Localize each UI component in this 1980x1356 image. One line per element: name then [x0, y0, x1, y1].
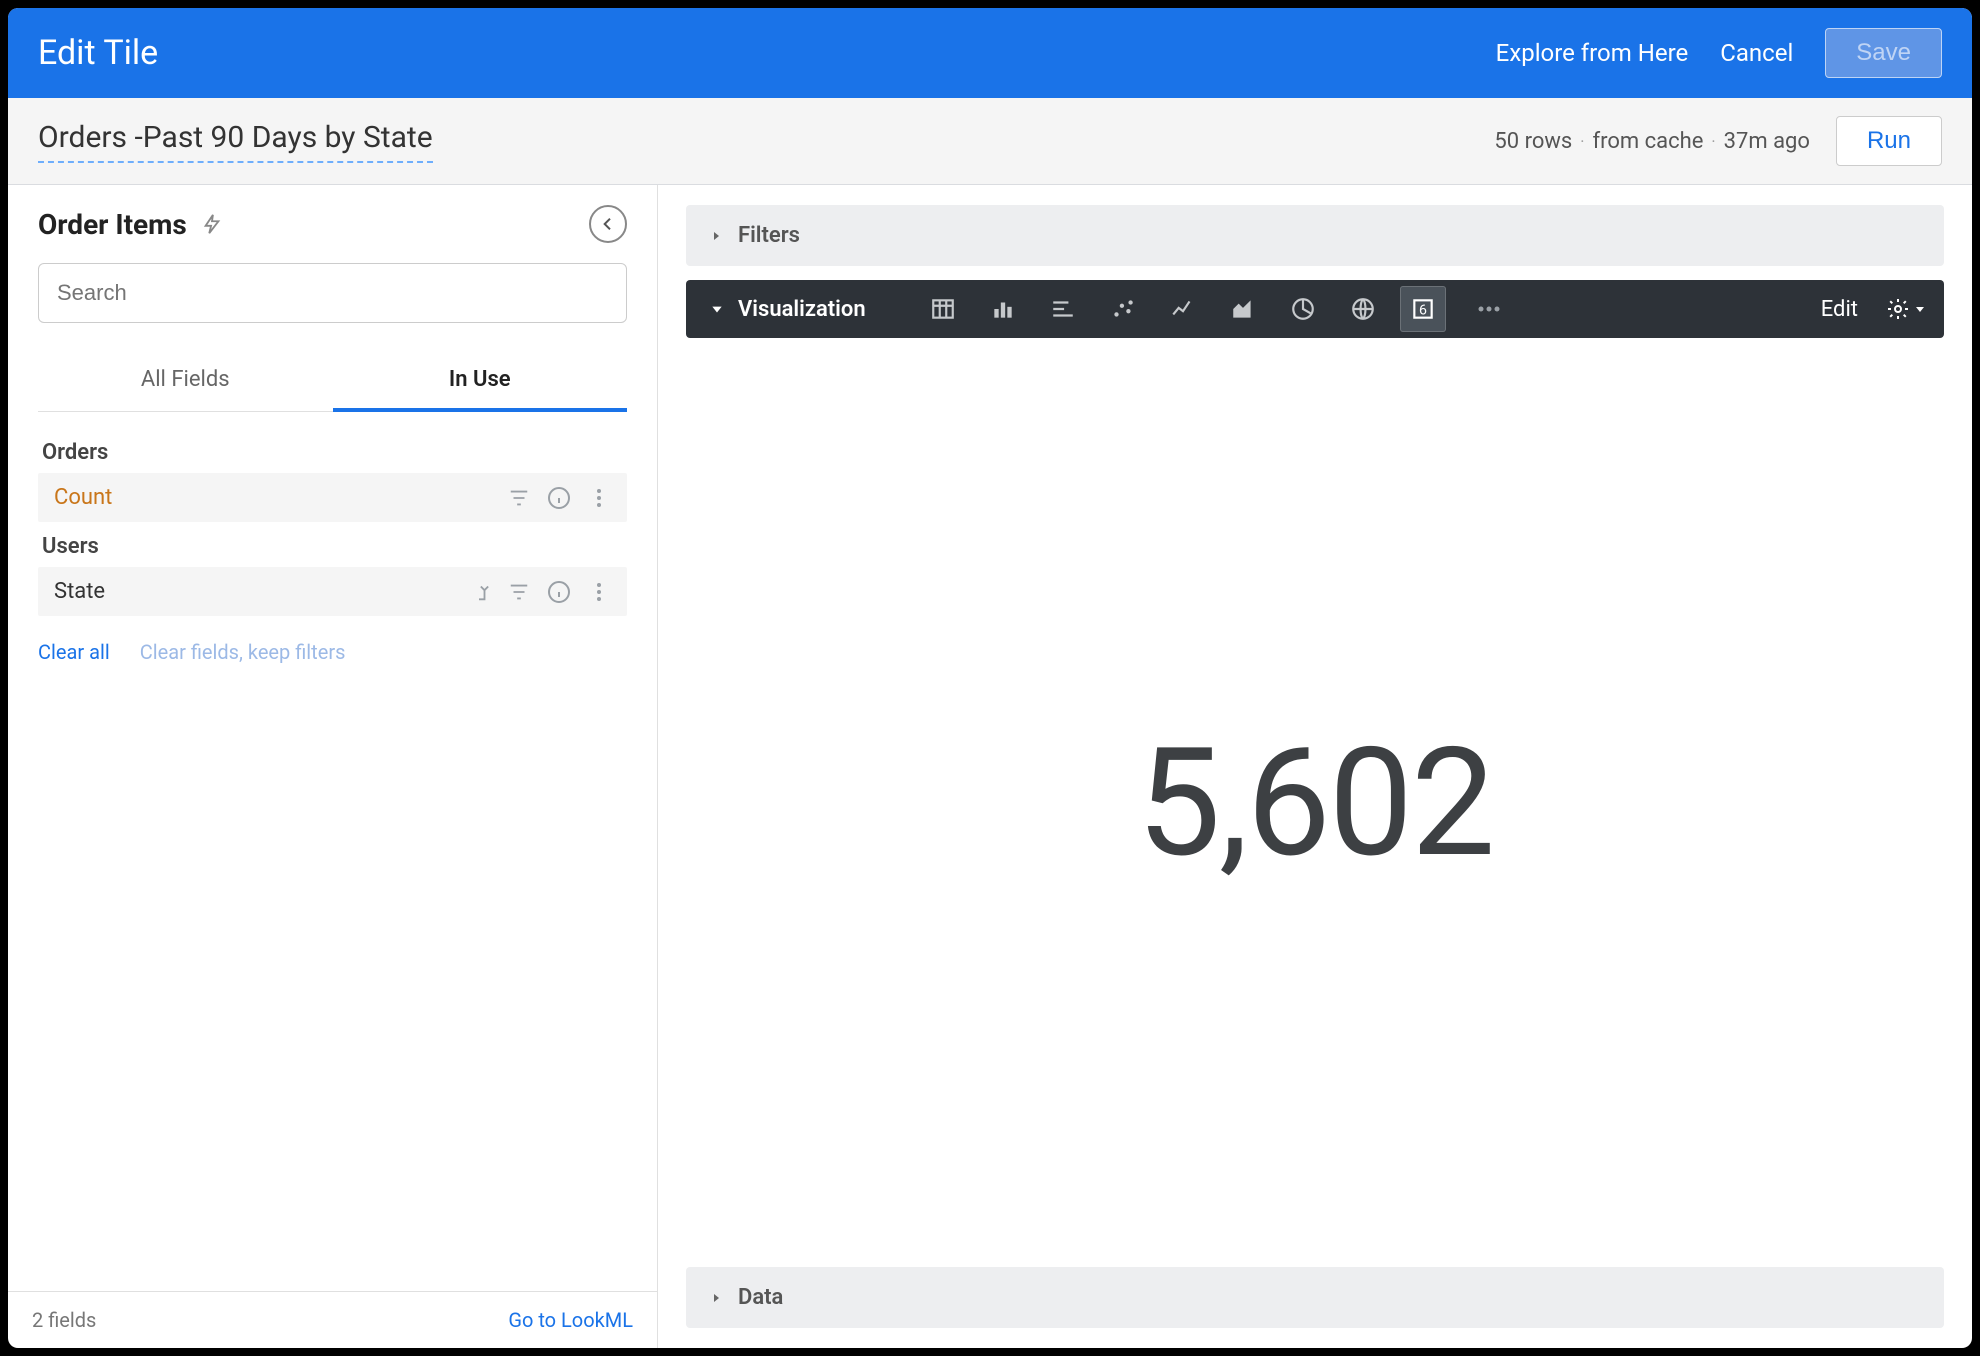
info-icon[interactable] [547, 486, 571, 510]
kebab-icon[interactable] [587, 580, 611, 604]
bar-chart-icon[interactable] [980, 286, 1026, 332]
filter-icon[interactable] [507, 486, 531, 510]
tab-all-fields[interactable]: All Fields [38, 351, 333, 411]
run-button[interactable]: Run [1836, 116, 1942, 166]
visualization-label: Visualization [738, 297, 866, 322]
area-chart-icon[interactable] [1220, 286, 1266, 332]
visualization-panel-header[interactable]: Visualization [686, 280, 1944, 338]
tile-title-input[interactable]: Orders -Past 90 Days by State [38, 120, 433, 163]
filters-panel[interactable]: Filters [686, 205, 1944, 266]
page-title: Edit Tile [38, 33, 1496, 73]
explore-from-here-link[interactable]: Explore from Here [1496, 39, 1689, 67]
field-state[interactable]: State [38, 567, 627, 616]
viz-edit-link[interactable]: Edit [1821, 297, 1858, 322]
info-icon[interactable] [547, 580, 571, 604]
filters-label: Filters [738, 223, 800, 248]
row-count: 50 rows [1494, 129, 1572, 154]
scatter-icon[interactable] [1100, 286, 1146, 332]
pie-chart-icon[interactable] [1280, 286, 1326, 332]
filter-icon[interactable] [507, 580, 531, 604]
pivot-icon[interactable] [467, 580, 491, 604]
cancel-link[interactable]: Cancel [1720, 39, 1793, 67]
group-orders: Orders [42, 440, 627, 465]
go-to-lookml-link[interactable]: Go to LookML [508, 1308, 633, 1332]
data-panel[interactable]: Data [686, 1267, 1944, 1328]
clear-fields-keep-filters-link[interactable]: Clear fields, keep filters [140, 640, 346, 664]
collapse-sidebar-button[interactable] [589, 205, 627, 243]
save-button[interactable]: Save [1825, 28, 1942, 78]
viz-settings-button[interactable] [1886, 297, 1926, 321]
search-input[interactable] [38, 263, 627, 323]
explore-name: Order Items [38, 208, 187, 241]
field-count-footer: 2 fields [32, 1308, 508, 1332]
clear-all-link[interactable]: Clear all [38, 640, 110, 664]
table-icon[interactable] [920, 286, 966, 332]
lightning-icon[interactable] [201, 210, 223, 238]
map-icon[interactable] [1340, 286, 1386, 332]
tab-in-use[interactable]: In Use [333, 351, 628, 412]
more-viz-icon[interactable] [1466, 286, 1512, 332]
caret-right-icon [710, 230, 722, 242]
field-state-label: State [54, 579, 467, 604]
data-label: Data [738, 1285, 783, 1310]
single-value-icon[interactable]: 6 [1400, 286, 1446, 332]
group-users: Users [42, 534, 627, 559]
caret-down-icon [710, 302, 724, 316]
cache-age: 37m ago [1724, 129, 1810, 154]
caret-right-icon [710, 1292, 722, 1304]
line-chart-icon[interactable] [1160, 286, 1206, 332]
svg-text:6: 6 [1419, 302, 1427, 318]
cache-status: from cache [1592, 129, 1703, 154]
single-value-display: 5,602 [1137, 715, 1494, 891]
field-count-label: Count [54, 485, 507, 510]
column-chart-icon[interactable] [1040, 286, 1086, 332]
kebab-icon[interactable] [587, 486, 611, 510]
field-count[interactable]: Count [38, 473, 627, 522]
